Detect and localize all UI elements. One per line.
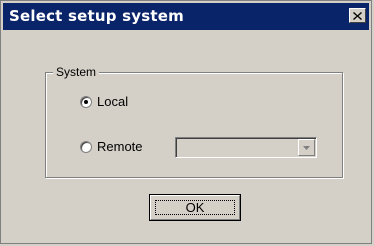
setup-dialog: Select setup system System Local Remote … [0, 0, 372, 244]
local-radio-option[interactable]: Local [80, 94, 128, 109]
remote-radio-option[interactable]: Remote [80, 139, 143, 154]
combobox-dropdown-button[interactable] [298, 139, 315, 156]
ok-button-face: OK [150, 195, 240, 220]
system-group-label: System [53, 65, 100, 79]
ok-button[interactable]: OK [149, 194, 241, 221]
local-radio-label: Local [97, 94, 129, 109]
remote-radio-button[interactable] [80, 140, 92, 153]
close-icon [353, 11, 362, 20]
ok-button-label: OK [185, 200, 205, 215]
local-radio-button[interactable] [80, 95, 92, 108]
system-groupbox [45, 72, 343, 178]
title-bar[interactable]: Select setup system [3, 3, 369, 30]
chevron-down-icon [303, 145, 310, 150]
close-button[interactable] [349, 8, 366, 23]
remote-radio-label: Remote [97, 139, 143, 154]
dialog-title: Select setup system [9, 7, 184, 25]
remote-system-combobox[interactable] [175, 137, 317, 158]
